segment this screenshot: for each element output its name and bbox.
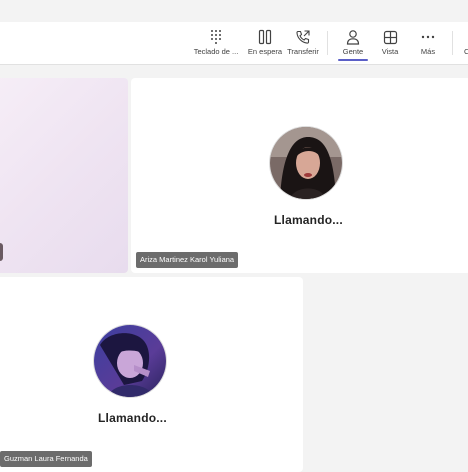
- call-status: Llamando...: [98, 411, 167, 425]
- window-top-strip: [0, 0, 468, 22]
- transfer-button[interactable]: Transferir: [285, 22, 321, 64]
- participant-tile[interactable]: Llamando...: [0, 277, 303, 472]
- transfer-label: Transferir: [287, 47, 319, 56]
- dialpad-button[interactable]: Teclado de ...: [190, 22, 242, 64]
- participant-tile[interactable]: Llamando...: [131, 78, 468, 273]
- more-label: Más: [420, 47, 436, 56]
- participant-name-tag: Ariza Martinez Karol Yuliana: [136, 252, 239, 268]
- view-button[interactable]: Vista: [373, 22, 407, 64]
- more-icon: [412, 28, 444, 46]
- participant-name-tag: Guzman Laura Fernanda: [0, 451, 92, 467]
- participant-avatar: [270, 127, 342, 199]
- dialpad-label: Teclado de ...: [193, 47, 239, 56]
- view-label: Vista: [381, 47, 399, 56]
- people-button[interactable]: Gente: [334, 22, 372, 64]
- call-toolbar: Teclado de ... En espera Transferir Gent…: [0, 22, 468, 65]
- hold-label: En espera: [247, 47, 283, 56]
- transfer-call-icon: [285, 28, 321, 46]
- call-status: Llamando...: [274, 213, 343, 227]
- overflow-label: C: [464, 47, 468, 56]
- self-video-tile[interactable]: [0, 78, 128, 273]
- grid-view-icon: [373, 28, 407, 46]
- video-edge-shape: [0, 243, 3, 261]
- participant-avatar: [94, 325, 166, 397]
- dialpad-icon: [190, 28, 242, 46]
- people-label: Gente: [342, 47, 364, 56]
- toolbar-divider: [327, 31, 328, 55]
- people-icon: [334, 28, 372, 46]
- pause-icon: [245, 28, 285, 46]
- active-tab-indicator: [338, 59, 368, 61]
- hold-button[interactable]: En espera: [245, 22, 285, 64]
- more-button[interactable]: Más: [412, 22, 444, 64]
- toolbar-divider: [452, 31, 453, 55]
